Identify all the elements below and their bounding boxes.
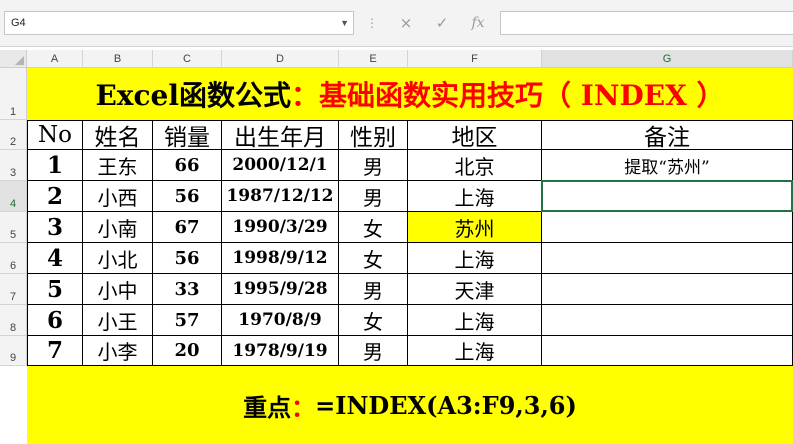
column-header-f[interactable]: F — [408, 50, 542, 68]
cell-f6[interactable]: 上海 — [408, 243, 542, 274]
cell-b8[interactable]: 小王 — [83, 305, 153, 336]
cell-a3[interactable]: 1 — [27, 150, 83, 181]
cell-g3[interactable]: 提取“苏州” — [542, 150, 793, 181]
cell-f5[interactable]: 苏州 — [408, 212, 542, 243]
name-box-value: G4 — [11, 17, 26, 29]
key-point-formula: =INDEX(A3:F9,3,6) — [315, 390, 577, 420]
cell-d3[interactable]: 2000/12/1 — [222, 150, 339, 181]
cell-b4[interactable]: 小西 — [83, 181, 153, 212]
enter-icon[interactable]: ✓ — [428, 14, 456, 32]
title-text-sub: ：基础函数实用技巧（ INDEX ） — [291, 79, 725, 112]
cell-f4[interactable]: 上海 — [408, 181, 542, 212]
cell-e8[interactable]: 女 — [339, 305, 408, 336]
row-header-2[interactable]: 2 — [0, 120, 27, 150]
column-header-d[interactable]: D — [222, 50, 339, 68]
column-header-g[interactable]: G — [542, 50, 793, 68]
cell-e4[interactable]: 男 — [339, 181, 408, 212]
key-point-cell[interactable]: 重点： =INDEX(A3:F9,3,6) — [27, 366, 793, 444]
sheet-grid[interactable]: Excel函数公式 ：基础函数实用技巧（ INDEX ） 重点： =INDEX(A3… — [27, 68, 793, 444]
cell-e7[interactable]: 男 — [339, 274, 408, 305]
row-header-9[interactable]: 9 — [0, 336, 27, 366]
key-point-label: 重点 — [243, 392, 292, 422]
cell-g5[interactable] — [542, 212, 793, 243]
cell-g8[interactable] — [542, 305, 793, 336]
header-cell-d[interactable]: 出生年月 — [222, 120, 339, 150]
row-header-3[interactable]: 3 — [0, 150, 27, 181]
row-header-4[interactable]: 4 — [0, 181, 27, 212]
title-cell[interactable]: Excel函数公式 ：基础函数实用技巧（ INDEX ） — [27, 68, 793, 120]
cell-b6[interactable]: 小北 — [83, 243, 153, 274]
row-header-8[interactable]: 8 — [0, 305, 27, 336]
cell-a9[interactable]: 7 — [27, 336, 83, 366]
insert-function-icon[interactable]: fx — [464, 15, 492, 31]
row-header-6[interactable]: 6 — [0, 243, 27, 274]
cell-e5[interactable]: 女 — [339, 212, 408, 243]
cell-d8[interactable]: 1970/8/9 — [222, 305, 339, 336]
header-cell-c[interactable]: 销量 — [153, 120, 222, 150]
column-header-b[interactable]: B — [83, 50, 153, 68]
column-header-e[interactable]: E — [339, 50, 408, 68]
cell-c7[interactable]: 33 — [153, 274, 222, 305]
cell-d9[interactable]: 1978/9/19 — [222, 336, 339, 366]
cell-f9[interactable]: 上海 — [408, 336, 542, 366]
cell-f3[interactable]: 北京 — [408, 150, 542, 181]
header-cell-b[interactable]: 姓名 — [83, 120, 153, 150]
chevron-down-icon[interactable]: ▼ — [340, 12, 349, 34]
column-header-c[interactable]: C — [153, 50, 222, 68]
cell-a6[interactable]: 4 — [27, 243, 83, 274]
header-cell-e[interactable]: 性别 — [339, 120, 408, 150]
cell-c4[interactable]: 56 — [153, 181, 222, 212]
header-cell-f[interactable]: 地区 — [408, 120, 542, 150]
active-cell-selection — [541, 180, 793, 212]
cell-e3[interactable]: 男 — [339, 150, 408, 181]
cell-g9[interactable] — [542, 336, 793, 366]
formula-bar: G4 ▼ ⋮ × ✓ fx — [0, 0, 793, 47]
cell-c3[interactable]: 66 — [153, 150, 222, 181]
cell-c9[interactable]: 20 — [153, 336, 222, 366]
cell-f8[interactable]: 上海 — [408, 305, 542, 336]
cell-c5[interactable]: 67 — [153, 212, 222, 243]
cell-e9[interactable]: 男 — [339, 336, 408, 366]
cell-a4[interactable]: 2 — [27, 181, 83, 212]
formula-input[interactable] — [500, 11, 793, 35]
cell-g6[interactable] — [542, 243, 793, 274]
cell-g7[interactable] — [542, 274, 793, 305]
cell-f7[interactable]: 天津 — [408, 274, 542, 305]
select-all-corner[interactable] — [0, 50, 27, 68]
row-header-7[interactable]: 7 — [0, 274, 27, 305]
key-point-colon: ： — [291, 392, 316, 422]
cell-b7[interactable]: 小中 — [83, 274, 153, 305]
header-cell-g[interactable]: 备注 — [542, 120, 793, 150]
row-header-1[interactable]: 1 — [0, 68, 27, 120]
column-header-a[interactable]: A — [27, 50, 83, 68]
cell-d4[interactable]: 1987/12/12 — [222, 181, 339, 212]
name-box[interactable]: G4 ▼ — [4, 11, 354, 35]
cell-b5[interactable]: 小南 — [83, 212, 153, 243]
cell-d7[interactable]: 1995/9/28 — [222, 274, 339, 305]
formula-buttons: × ✓ fx — [388, 11, 496, 35]
cell-c8[interactable]: 57 — [153, 305, 222, 336]
more-options-icon[interactable]: ⋮ — [366, 14, 378, 32]
cell-d6[interactable]: 1998/9/12 — [222, 243, 339, 274]
cancel-icon[interactable]: × — [392, 14, 420, 32]
cell-d5[interactable]: 1990/3/29 — [222, 212, 339, 243]
cell-c6[interactable]: 56 — [153, 243, 222, 274]
title-text-main: Excel函数公式 — [95, 79, 291, 112]
cell-a8[interactable]: 6 — [27, 305, 83, 336]
cell-b3[interactable]: 王东 — [83, 150, 153, 181]
header-cell-a[interactable]: No — [27, 120, 83, 150]
cell-b9[interactable]: 小李 — [83, 336, 153, 366]
cell-e6[interactable]: 女 — [339, 243, 408, 274]
cell-a5[interactable]: 3 — [27, 212, 83, 243]
cell-a7[interactable]: 5 — [27, 274, 83, 305]
row-header-5[interactable]: 5 — [0, 212, 27, 243]
